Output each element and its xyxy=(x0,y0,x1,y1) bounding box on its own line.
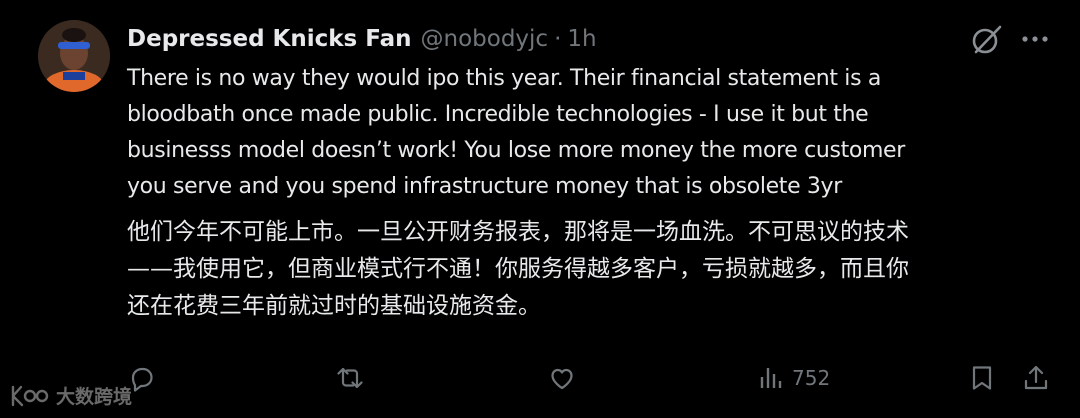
views-count: 752 xyxy=(792,366,831,390)
retweet-button[interactable] xyxy=(336,364,364,392)
like-button[interactable] xyxy=(548,364,576,392)
watermark-logo-icon xyxy=(11,385,49,406)
tweet-action-bar: 752 xyxy=(0,358,1080,398)
separator-dot: · xyxy=(554,26,562,52)
grok-icon[interactable] xyxy=(970,22,1004,56)
watermark-text: 大数跨境 xyxy=(56,386,133,408)
retweet-icon xyxy=(337,367,363,389)
heart-icon xyxy=(551,368,573,390)
share-icon xyxy=(1024,365,1048,390)
tweet[interactable]: Depressed Knicks Fan @nobodyjc · 1h Ther… xyxy=(0,0,1080,418)
bookmark-icon xyxy=(972,366,992,390)
bookmark-button[interactable] xyxy=(968,364,996,392)
watermark: 大数跨境 xyxy=(10,382,132,409)
tweet-text-chinese: 他们今年不可能上市。一旦公开财务报表，那将是一场血洗。不可思议的技术 ——我使用… xyxy=(127,219,909,319)
share-button[interactable] xyxy=(1022,364,1050,392)
tweet-text-english: There is no way they would ipo this year… xyxy=(127,66,905,199)
more-options-icon[interactable] xyxy=(1020,26,1050,52)
author-display-name[interactable]: Depressed Knicks Fan xyxy=(127,26,412,52)
tweet-timestamp[interactable]: 1h xyxy=(567,26,596,52)
reply-button[interactable] xyxy=(128,364,156,392)
avatar[interactable] xyxy=(38,20,110,92)
tweet-header: Depressed Knicks Fan @nobodyjc · 1h xyxy=(127,22,597,56)
reply-icon xyxy=(131,367,153,392)
views-chart-icon xyxy=(760,368,782,388)
views-button[interactable]: 752 xyxy=(758,364,830,392)
author-handle[interactable]: @nobodyjc xyxy=(421,26,549,52)
